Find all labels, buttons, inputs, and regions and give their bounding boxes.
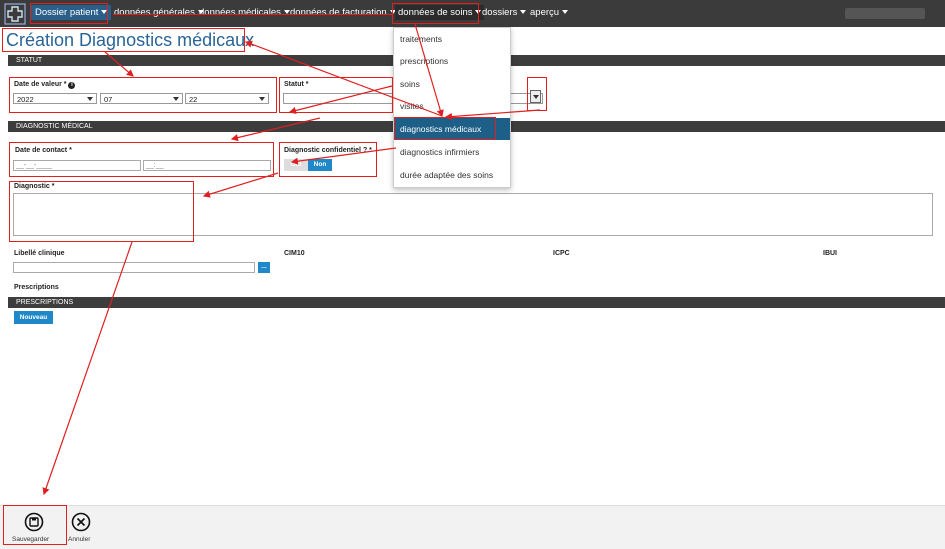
annotation-arrows (42, 23, 541, 496)
